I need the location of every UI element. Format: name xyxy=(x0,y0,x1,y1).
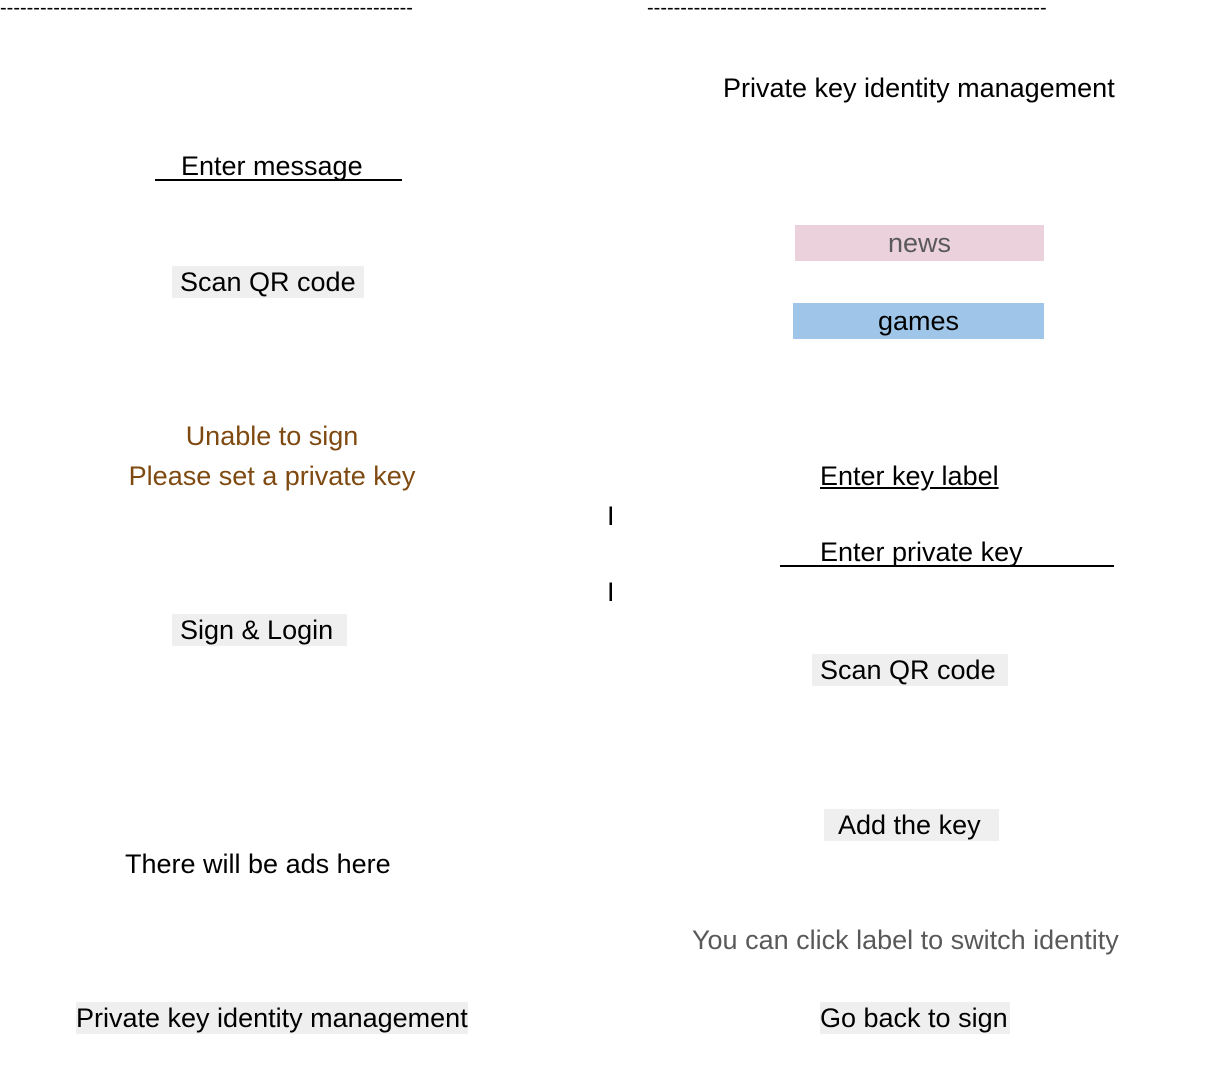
message-input-placeholder: Enter message xyxy=(181,151,363,181)
sign-status-message: Unable to sign Please set a private key xyxy=(72,420,472,492)
scan-qr-button[interactable]: Scan QR code xyxy=(172,266,364,298)
key-label-input-placeholder: Enter key label xyxy=(820,461,999,491)
sign-login-button[interactable]: Sign & Login xyxy=(172,614,348,646)
key-label-games[interactable]: games xyxy=(793,303,1044,339)
right-divider: ----------------------------------------… xyxy=(647,0,1047,19)
ads-placeholder: There will be ads here xyxy=(125,849,391,879)
right-scan-qr-button[interactable]: Scan QR code xyxy=(812,654,1008,686)
back-to-sign-button[interactable]: Go back to sign xyxy=(820,1002,1010,1034)
private-key-input-underline xyxy=(780,565,1114,567)
message-input[interactable]: Enter message xyxy=(181,150,363,182)
switch-identity-hint: You can click label to switch identity xyxy=(692,925,1119,955)
identity-management-button[interactable]: Private key identity management xyxy=(76,1002,468,1034)
add-key-button[interactable]: Add the key xyxy=(824,809,999,841)
left-divider: ----------------------------------------… xyxy=(0,0,413,19)
sign-status-line-1: Unable to sign xyxy=(185,421,359,451)
separator-mark-2: I xyxy=(607,577,615,607)
sign-status-line-2: Please set a private key xyxy=(128,461,416,491)
message-input-underline xyxy=(155,179,402,181)
key-label-news[interactable]: news xyxy=(795,225,1044,261)
key-label-input[interactable]: Enter key label xyxy=(820,460,999,492)
separator-mark-1: I xyxy=(607,501,615,531)
identity-management-title: Private key identity management xyxy=(723,73,1115,103)
private-key-input[interactable]: Enter private key xyxy=(820,536,1023,568)
private-key-input-placeholder: Enter private key xyxy=(820,537,1023,567)
